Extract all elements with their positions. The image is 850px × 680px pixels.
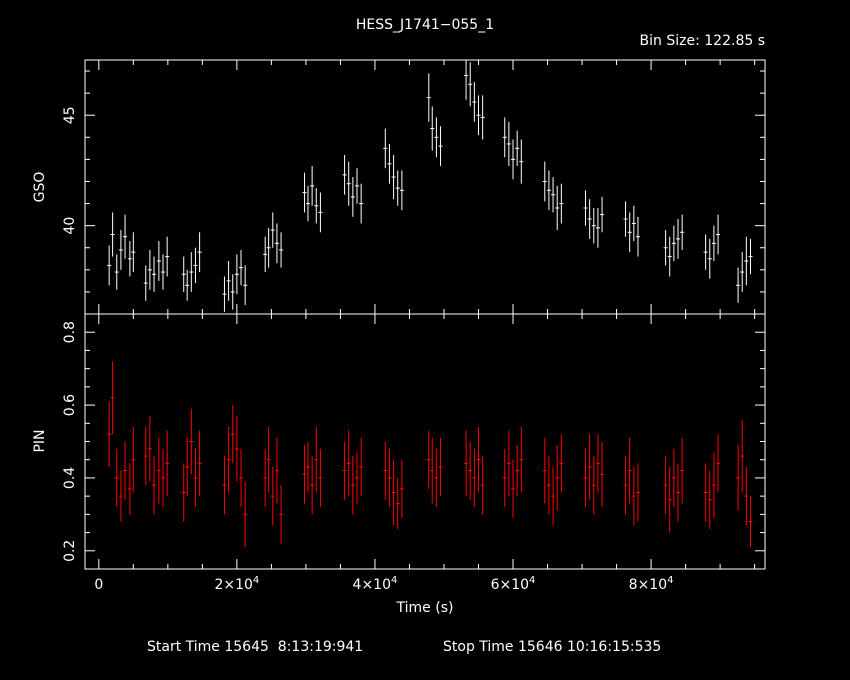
stop-time-label: Stop Time 15646 10:16:15:535 [443,639,661,655]
pin-y-tick-label: 0.4 [62,467,78,489]
x-tick-label: 4×104 [353,575,398,593]
x-tick-label: 8×104 [629,575,674,593]
lightcurve-figure: HESS_J1741−055_1 Bin Size: 122.85 s 40 45… [0,0,850,680]
pin-y-tick-label: 0.6 [62,394,78,416]
gso-axis-label: GSO [32,172,48,203]
bin-size-label: Bin Size: 122.85 s [640,33,765,49]
pin-y-tick-label: 0.2 [62,540,78,562]
gso-series [107,60,753,312]
time-x-axis: 0 2×104 4×104 6×104 8×104 [94,60,756,593]
lightcurve-plot: HESS_J1741−055_1 Bin Size: 122.85 s 40 45… [32,17,766,655]
start-time-label: Start Time 15645 8:13:19:941 [147,639,363,655]
gso-y-tick-label: 40 [62,217,78,235]
x-tick-label: 6×104 [491,575,536,593]
x-axis-label: Time (s) [396,600,454,616]
gso-y-axis: 40 45 [62,70,765,315]
chart-title: HESS_J1741−055_1 [356,17,494,33]
gso-y-tick-label: 45 [62,106,78,124]
pin-axis-label: PIN [32,429,48,452]
x-tick-label: 2×104 [214,575,259,593]
x-tick-label: 0 [94,577,103,593]
pin-series [107,361,753,548]
pin-y-tick-label: 0.8 [62,321,78,343]
